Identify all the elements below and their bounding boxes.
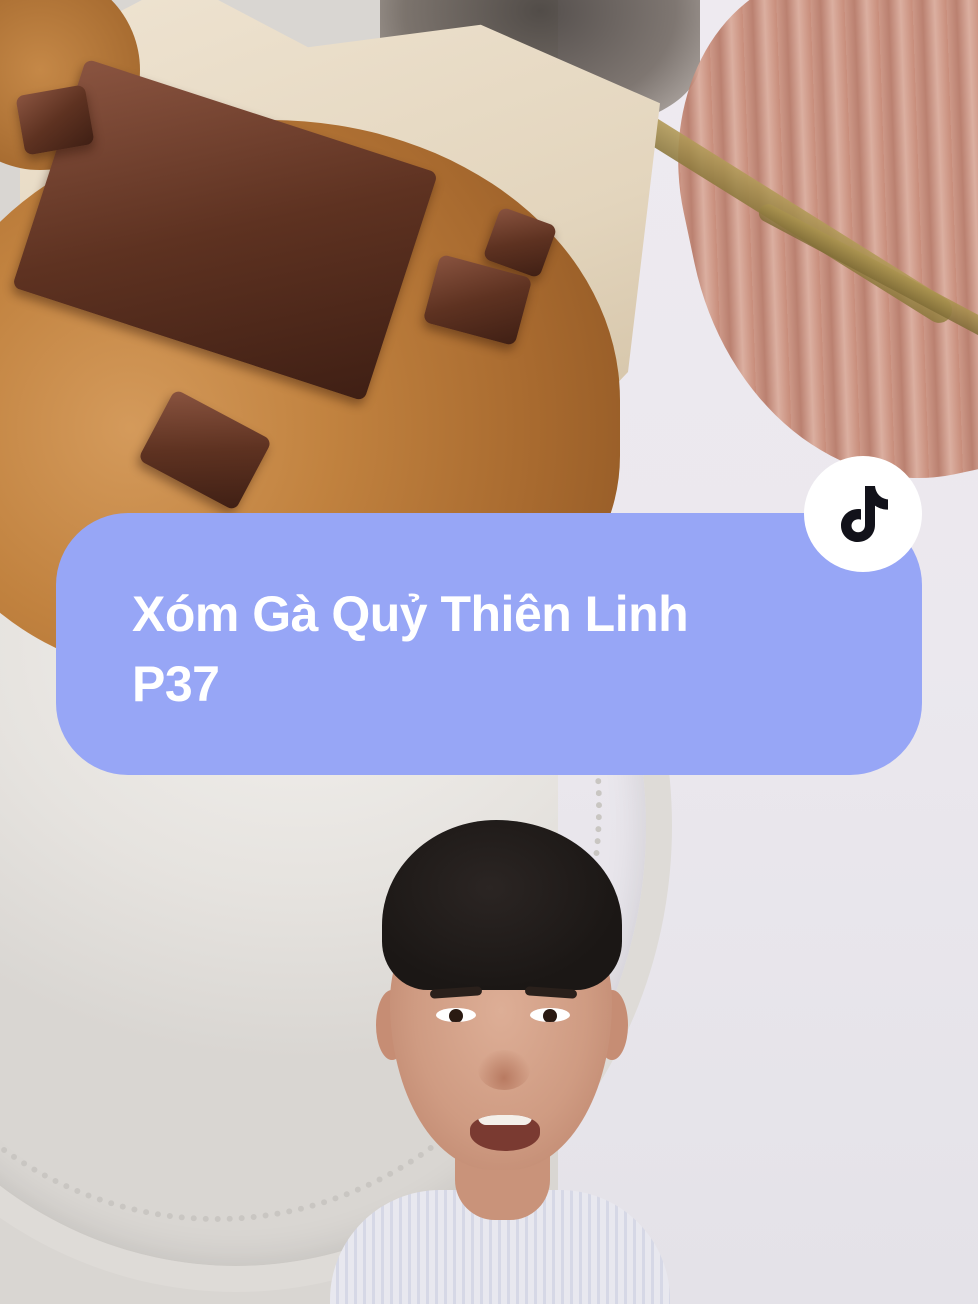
presenter-hair bbox=[382, 820, 622, 990]
chocolate-chunk bbox=[15, 84, 95, 156]
video-frame: Xóm Gà Quỷ Thiên Linh P37 bbox=[0, 0, 978, 1304]
presenter bbox=[330, 810, 670, 1304]
video-title-card: Xóm Gà Quỷ Thiên Linh P37 bbox=[56, 513, 922, 775]
video-title-line-1: Xóm Gà Quỷ Thiên Linh bbox=[132, 586, 689, 642]
presenter-eye bbox=[436, 1008, 476, 1022]
tiktok-badge[interactable] bbox=[804, 456, 922, 572]
tiktok-logo-icon bbox=[841, 486, 888, 542]
presenter-eye bbox=[530, 1008, 570, 1022]
presenter-mouth bbox=[470, 1115, 540, 1151]
video-title: Xóm Gà Quỷ Thiên Linh P37 bbox=[132, 579, 862, 719]
video-title-line-2: P37 bbox=[132, 656, 220, 712]
presenter-nose bbox=[478, 1050, 530, 1090]
